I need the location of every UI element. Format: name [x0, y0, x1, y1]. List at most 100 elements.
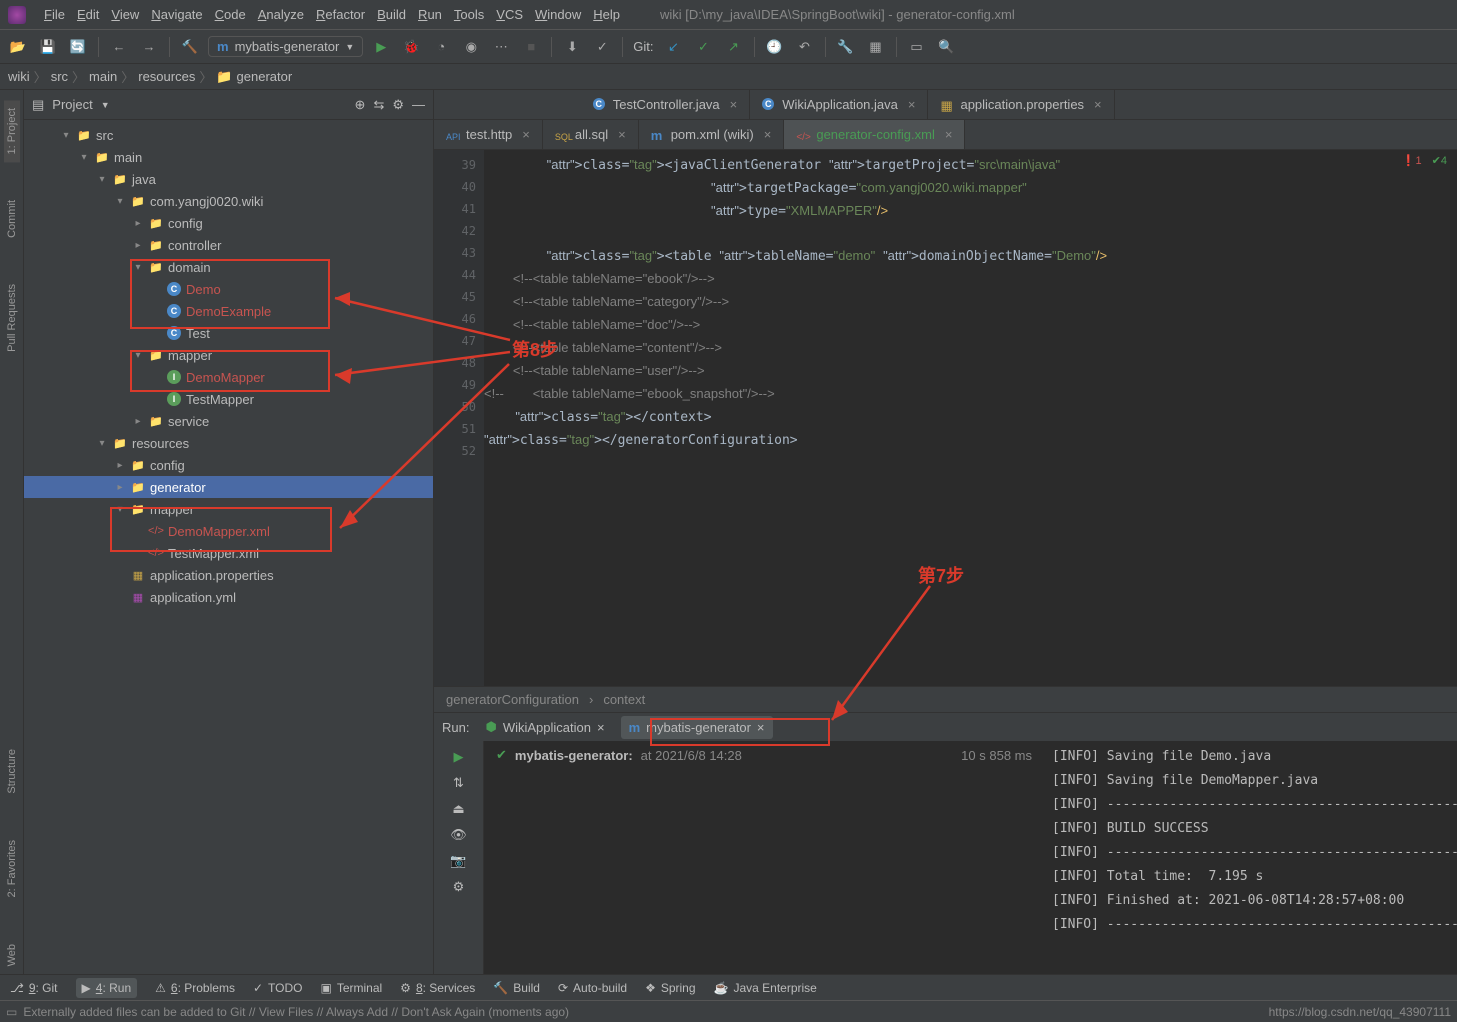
web-tool-tab[interactable]: Web: [4, 936, 20, 974]
breadcrumb-item[interactable]: src: [51, 69, 68, 84]
tree-node[interactable]: ▾📁domain: [24, 256, 433, 278]
tree-node[interactable]: ▾📁resources: [24, 432, 433, 454]
menu-edit[interactable]: Edit: [71, 5, 105, 24]
structure-tool-tab[interactable]: Structure: [4, 741, 20, 802]
tree-node[interactable]: ▦application.properties: [24, 564, 433, 586]
pin-button[interactable]: 👁: [450, 827, 467, 843]
tree-node[interactable]: ▾📁main: [24, 146, 433, 168]
back-button[interactable]: ←: [107, 35, 131, 59]
bottom-tab-8-services[interactable]: ⚙8: Services: [400, 981, 475, 995]
menu-code[interactable]: Code: [209, 5, 252, 24]
editor-tab[interactable]: APItest.http×: [434, 120, 543, 149]
project-tool-tab[interactable]: 1: Project: [4, 100, 20, 162]
stop-button[interactable]: ■: [519, 35, 543, 59]
menu-file[interactable]: File: [38, 5, 71, 24]
editor-tab[interactable]: mpom.xml (wiki)×: [639, 120, 785, 149]
collapse-button[interactable]: ⇆: [373, 97, 384, 113]
git-push-button[interactable]: ↗: [722, 35, 746, 59]
tree-node[interactable]: ▸📁service: [24, 410, 433, 432]
bottom-tab-java-enterprise[interactable]: ☕Java Enterprise: [714, 981, 817, 995]
editor-tab[interactable]: </>generator-config.xml×: [784, 120, 965, 149]
tree-node[interactable]: ▾📁com.yangj0020.wiki: [24, 190, 433, 212]
menu-help[interactable]: Help: [587, 5, 626, 24]
git-pull-button[interactable]: ↙: [662, 35, 686, 59]
editor-tab[interactable]: ▦application.properties×: [928, 90, 1114, 119]
bottom-tab-6-problems[interactable]: ⚠6: Problems: [155, 981, 235, 995]
menu-build[interactable]: Build: [371, 5, 412, 24]
vcs-commit-button[interactable]: ✓: [590, 35, 614, 59]
tree-node[interactable]: ▸📁controller: [24, 234, 433, 256]
tree-node[interactable]: ▸📁generator: [24, 476, 433, 498]
tree-node[interactable]: CDemoExample: [24, 300, 433, 322]
menu-navigate[interactable]: Navigate: [145, 5, 208, 24]
locate-button[interactable]: ⊕: [355, 97, 366, 113]
breadcrumb-item[interactable]: generator: [237, 69, 293, 84]
history-button[interactable]: 🕘: [763, 35, 787, 59]
bottom-tab-todo[interactable]: ✓TODO: [253, 981, 303, 995]
menu-analyze[interactable]: Analyze: [252, 5, 310, 24]
bottom-tab-terminal[interactable]: ▣Terminal: [320, 981, 382, 995]
build-button[interactable]: 🔨: [178, 35, 202, 59]
tree-node[interactable]: </>TestMapper.xml: [24, 542, 433, 564]
commit-tool-tab[interactable]: Commit: [4, 192, 20, 246]
camera-button[interactable]: 📷: [450, 853, 466, 869]
events-icon[interactable]: ▭: [6, 1005, 17, 1019]
code-body[interactable]: "attr">class="tag"><javaClientGenerator …: [484, 150, 1457, 686]
project-structure-button[interactable]: ▦: [864, 35, 888, 59]
editor-tab[interactable]: SQLall.sql×: [543, 120, 639, 149]
tree-node[interactable]: ▾📁java: [24, 168, 433, 190]
gear-button[interactable]: ⚙: [453, 879, 465, 895]
rerun-button[interactable]: ▶: [454, 749, 464, 765]
tree-node[interactable]: ▾📁mapper: [24, 498, 433, 520]
panel-settings-button[interactable]: ⚙: [392, 97, 404, 113]
menu-tools[interactable]: Tools: [448, 5, 490, 24]
code-editor[interactable]: 3940414243444546474849505152 "attr">clas…: [434, 150, 1457, 686]
debug-button[interactable]: 🐞: [399, 35, 423, 59]
run-tab-wikiapplication[interactable]: ⬢WikiApplication×: [477, 715, 612, 739]
presentation-button[interactable]: ▭: [905, 35, 929, 59]
pull-requests-tool-tab[interactable]: Pull Requests: [4, 276, 20, 360]
editor-tab[interactable]: CWikiApplication.java×: [750, 90, 928, 119]
tree-node[interactable]: ▦application.yml: [24, 586, 433, 608]
bottom-tab-spring[interactable]: ❖Spring: [645, 981, 695, 995]
bottom-tab-build[interactable]: 🔨Build: [493, 981, 540, 995]
filter-button[interactable]: ⏏: [452, 801, 464, 817]
tree-node[interactable]: </>DemoMapper.xml: [24, 520, 433, 542]
crumb[interactable]: context: [603, 692, 645, 707]
toggle-button[interactable]: ⇅: [453, 775, 464, 791]
tree-node[interactable]: ▸📁config: [24, 212, 433, 234]
tree-node[interactable]: CDemo: [24, 278, 433, 300]
tree-node[interactable]: ▸📁config: [24, 454, 433, 476]
rollback-button[interactable]: ↶: [793, 35, 817, 59]
inspection-summary[interactable]: ❗1 ✔4: [1402, 154, 1447, 167]
tree-node[interactable]: CTest: [24, 322, 433, 344]
run-config-selector[interactable]: m mybatis-generator ▼: [208, 36, 363, 57]
breadcrumb-item[interactable]: wiki: [8, 69, 30, 84]
menu-run[interactable]: Run: [412, 5, 448, 24]
attach-button[interactable]: ⋯: [489, 35, 513, 59]
menu-vcs[interactable]: VCS: [490, 5, 529, 24]
breadcrumb-item[interactable]: main: [89, 69, 117, 84]
run-button[interactable]: ▶: [369, 35, 393, 59]
bottom-tab-4-run[interactable]: ▶4: Run: [76, 978, 138, 998]
search-everywhere-button[interactable]: 🔍: [935, 35, 959, 59]
crumb[interactable]: generatorConfiguration: [446, 692, 579, 707]
run-tab-mybatis-generator[interactable]: mmybatis-generator×: [621, 716, 773, 739]
favorites-tool-tab[interactable]: 2: Favorites: [4, 832, 20, 905]
sync-button[interactable]: 🔄: [66, 35, 90, 59]
coverage-button[interactable]: ◔: [429, 35, 453, 59]
vcs-update-button[interactable]: ⬇: [560, 35, 584, 59]
tree-node[interactable]: IDemoMapper: [24, 366, 433, 388]
profile-button[interactable]: ◉: [459, 35, 483, 59]
open-button[interactable]: 📂: [6, 35, 30, 59]
menu-view[interactable]: View: [105, 5, 145, 24]
menu-refactor[interactable]: Refactor: [310, 5, 371, 24]
bottom-tab-auto-build[interactable]: ⟳Auto-build: [558, 981, 627, 995]
hide-panel-button[interactable]: —: [412, 97, 425, 112]
bottom-tab-9-git[interactable]: ⎇9: Git: [10, 981, 58, 995]
editor-tab[interactable]: CTestController.java×: [581, 90, 751, 119]
git-commit-button[interactable]: ✓: [692, 35, 716, 59]
tree-node[interactable]: ITestMapper: [24, 388, 433, 410]
settings-button[interactable]: 🔧: [834, 35, 858, 59]
save-all-button[interactable]: 💾: [36, 35, 60, 59]
